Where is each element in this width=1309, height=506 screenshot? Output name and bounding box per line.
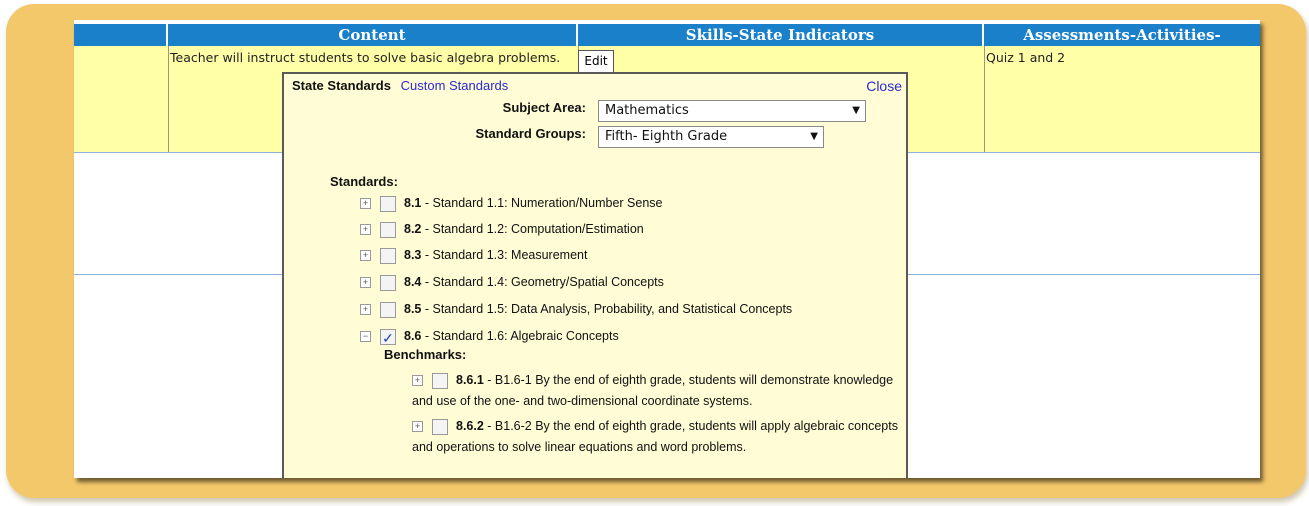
popup-tabs: State Standards Custom Standards	[292, 78, 508, 93]
header-assessments: Assessments-Activities-	[984, 24, 1260, 46]
tab-state-standards[interactable]: State Standards	[292, 78, 391, 93]
standard-text: - Standard 1.1: Numeration/Number Sense	[421, 196, 663, 210]
benchmark-code: 8.6.1	[456, 373, 484, 387]
standard-text: - Standard 1.2: Computation/Estimation	[421, 222, 644, 236]
benchmark-text: - B1.6-1 By the end of eighth grade, stu…	[412, 373, 894, 408]
standard-code: 8.3	[404, 248, 422, 262]
benchmark-item: +8.6.1 - B1.6-1 By the end of eighth gra…	[412, 370, 902, 412]
standard-checkbox[interactable]	[380, 301, 396, 318]
standards-popup: State Standards Custom Standards Close S…	[282, 72, 908, 478]
dropdown-arrow-icon: ▼	[852, 105, 860, 116]
subject-area-value: Mathematics	[605, 103, 689, 118]
expand-plus-icon[interactable]: +	[360, 224, 371, 236]
standard-item: +8.4 - Standard 1.4: Geometry/Spatial Co…	[360, 273, 664, 291]
header-blank	[74, 24, 168, 46]
standard-checkbox[interactable]	[380, 221, 396, 238]
standard-item: − ✓ 8.6 - Standard 1.6: Algebraic Concepts	[360, 327, 619, 346]
dropdown-arrow-icon: ▼	[810, 131, 818, 142]
header-content: Content	[168, 24, 578, 46]
benchmark-checkbox[interactable]	[432, 418, 448, 435]
expand-plus-icon[interactable]: +	[360, 198, 371, 210]
standard-item: +8.2 - Standard 1.2: Computation/Estimat…	[360, 220, 644, 238]
column-divider	[984, 46, 985, 152]
expand-plus-icon[interactable]: +	[412, 375, 423, 387]
standard-groups-label: Standard Groups:	[475, 126, 586, 141]
benchmark-code: 8.6.2	[456, 419, 484, 433]
standard-text: - Standard 1.4: Geometry/Spatial Concept…	[421, 275, 664, 289]
header-skills: Skills-State Indicators	[578, 24, 984, 46]
standard-item: +8.5 - Standard 1.5: Data Analysis, Prob…	[360, 300, 792, 318]
standard-checkbox[interactable]	[380, 195, 396, 212]
standard-text: - Standard 1.3: Measurement	[421, 248, 588, 262]
standard-code: 8.1	[404, 196, 422, 210]
edit-tab[interactable]: Edit	[578, 50, 614, 72]
expand-plus-icon[interactable]: +	[412, 421, 423, 433]
expand-plus-icon[interactable]: +	[360, 277, 371, 289]
benchmark-checkbox[interactable]	[432, 372, 448, 389]
standard-item: +8.3 - Standard 1.3: Measurement	[360, 246, 587, 264]
tab-custom-standards[interactable]: Custom Standards	[401, 78, 509, 93]
standard-code: 8.5	[404, 302, 422, 316]
close-link[interactable]: Close	[866, 78, 902, 94]
standard-text: - Standard 1.5: Data Analysis, Probabili…	[421, 302, 793, 316]
subject-area-label: Subject Area:	[502, 100, 586, 115]
standard-checkbox[interactable]	[380, 247, 396, 264]
collapse-minus-icon[interactable]: −	[360, 331, 371, 343]
expand-plus-icon[interactable]: +	[360, 250, 371, 262]
column-divider	[168, 46, 169, 152]
standards-heading: Standards:	[330, 174, 398, 189]
standard-text: - Standard 1.6: Algebraic Concepts	[421, 329, 619, 343]
standard-checkbox-checked[interactable]: ✓	[380, 328, 396, 346]
standard-item: +8.1 - Standard 1.1: Numeration/Number S…	[360, 194, 663, 212]
benchmarks-heading: Benchmarks:	[384, 347, 467, 362]
benchmark-item: +8.6.2 - B1.6-2 By the end of eighth gra…	[412, 416, 902, 458]
expand-plus-icon[interactable]: +	[360, 304, 371, 316]
standard-groups-value: Fifth- Eighth Grade	[605, 129, 728, 144]
standard-code: 8.2	[404, 222, 422, 236]
standard-code: 8.6	[404, 329, 422, 343]
assessments-cell[interactable]: Quiz 1 and 2	[986, 50, 1246, 66]
standard-groups-select[interactable]: Fifth- Eighth Grade ▼	[598, 126, 824, 148]
standard-code: 8.4	[404, 275, 422, 289]
content-cell[interactable]: Teacher will instruct students to solve …	[170, 50, 570, 66]
benchmark-text: - B1.6-2 By the end of eighth grade, stu…	[412, 419, 898, 454]
lesson-plan-grid: Content Skills-State Indicators Assessme…	[74, 20, 1260, 478]
subject-area-select[interactable]: Mathematics ▼	[598, 100, 866, 122]
standard-checkbox[interactable]	[380, 274, 396, 291]
